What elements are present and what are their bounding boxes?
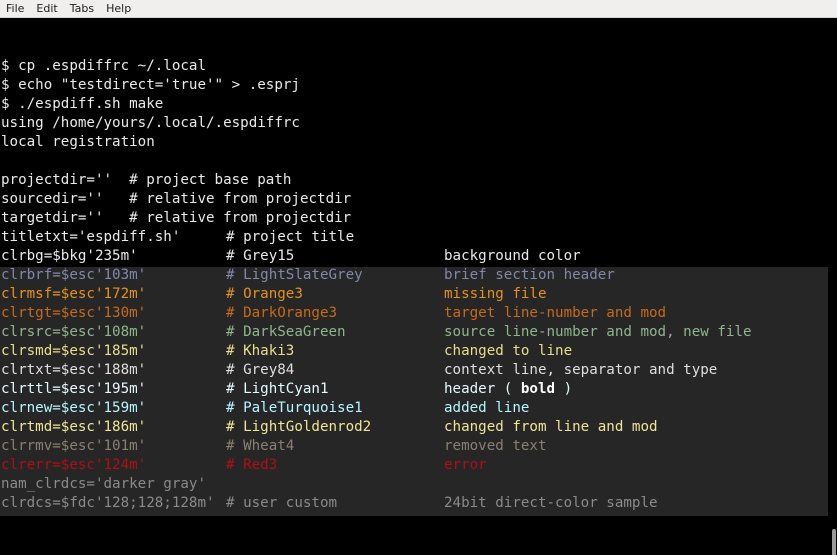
variable-assignment: clrerr=$esc'124m' — [1, 457, 147, 473]
color-description: missing file — [444, 286, 547, 302]
color-table-row: clrsmd=$esc'185m' # Khaki3 changed to line — [1, 342, 827, 361]
bold-sample: bold — [520, 381, 556, 397]
terminal-output[interactable]: $ cp .espdiffrc ~/.local $ echo "testdire… — [0, 19, 830, 555]
terminal-window: File Edit Tabs Help $ cp .espdiffrc ~/.l… — [0, 0, 837, 555]
color-table-row: clrtgt=$esc'130m' # DarkOrange3 target lin… — [1, 304, 827, 323]
menu-help[interactable]: Help — [100, 0, 137, 18]
terminal-line: local registration — [1, 134, 155, 150]
color-description: target line-number and mod — [444, 305, 667, 321]
variable-assignment: clrmsf=$esc'172m' — [1, 286, 147, 302]
variable-assignment: clrdcs=$fdc'128;128;128m' — [1, 495, 215, 511]
color-table-row: nam_clrdcs='darker gray' — [1, 475, 827, 494]
terminal-line: using /home/yours/.local/.espdiffrc — [1, 115, 300, 131]
color-name-comment: # Khaki3 — [226, 343, 295, 359]
description-text: header ( — [444, 381, 521, 397]
scrollbar[interactable] — [830, 19, 837, 555]
color-name-comment: # user custom — [226, 495, 338, 511]
color-description: changed to line — [444, 343, 573, 359]
color-description: brief section header — [444, 267, 615, 283]
color-name-comment: # LightGoldenrod2 — [226, 419, 372, 435]
variable-assignment: clrtmd=$esc'186m' — [1, 419, 147, 435]
color-description: source line-number and mod, new file — [444, 324, 752, 340]
menu-file[interactable]: File — [0, 0, 30, 18]
color-name-comment: # Grey15 — [226, 248, 295, 264]
color-name-comment: # project title — [226, 229, 355, 245]
variable-assignment: titletxt='espdiff.sh' — [1, 229, 181, 245]
color-table-row: clrrmv=$esc'101m' # Wheat4 removed text — [1, 437, 827, 456]
variable-assignment: nam_clrdcs='darker gray' — [1, 476, 206, 492]
color-table-row: clrsrc=$esc'108m' # DarkSeaGreen source li… — [1, 323, 827, 342]
variable-assignment: clrsrc=$esc'108m' — [1, 324, 147, 340]
variable-assignment: clrsmd=$esc'185m' — [1, 343, 147, 359]
menu-tabs[interactable]: Tabs — [64, 0, 100, 18]
color-table-row: titletxt='espdiff.sh' # project title — [1, 228, 827, 247]
color-name-comment: # DarkOrange3 — [226, 305, 338, 321]
color-name-comment: # LightSlateGrey — [226, 267, 363, 283]
color-table-row: clrnew=$esc'159m' # PaleTurquoise1 added l… — [1, 399, 827, 418]
variable-assignment: clrtxt=$esc'188m' — [1, 362, 147, 378]
menu-bar: File Edit Tabs Help — [0, 0, 837, 18]
color-description: removed text — [444, 438, 547, 454]
color-name-comment: # DarkSeaGreen — [226, 324, 346, 340]
terminal-line: targetdir='' # relative from projectdir — [1, 210, 352, 226]
terminal-line: $ ./espdiff.sh make — [1, 96, 164, 112]
color-table-row: clrmsf=$esc'172m' # Orange3 missing file — [1, 285, 827, 304]
variable-assignment: clrrmv=$esc'101m' — [1, 438, 147, 454]
terminal-line: $ echo "testdirect='true'" > .esprj — [1, 77, 300, 93]
variable-assignment: clrnew=$esc'159m' — [1, 400, 147, 416]
color-name-comment: # Grey84 — [226, 362, 295, 378]
color-table-row: clrbrf=$esc'103m' # LightSlateGrey brief s… — [1, 266, 827, 285]
color-name-comment: # PaleTurquoise1 — [226, 400, 363, 416]
color-table-row: clrtxt=$esc'188m' # Grey84 context line, s… — [1, 361, 827, 380]
color-table-row: clrtmd=$esc'186m' # LightGoldenrod2 change… — [1, 418, 827, 437]
variable-assignment: clrtgt=$esc'130m' — [1, 305, 147, 321]
color-name-comment: # Red3 — [226, 457, 278, 473]
color-description: header ( bold ) — [444, 380, 572, 399]
color-description: error — [444, 457, 487, 473]
color-name-comment: # LightCyan1 — [226, 381, 329, 397]
terminal-line: projectdir='' # project base path — [1, 172, 292, 188]
variable-assignment: clrbrf=$esc'103m' — [1, 267, 147, 283]
color-table-row: clrttl=$esc'195m' # LightCyan1 header ( bo… — [1, 380, 827, 399]
variable-assignment: clrbg=$bkg'235m' — [1, 248, 138, 264]
color-name-comment: # Orange3 — [226, 286, 303, 302]
color-description: changed from line and mod — [444, 419, 658, 435]
color-description: added line — [444, 400, 530, 416]
color-name-comment: # Wheat4 — [226, 438, 295, 454]
menu-edit[interactable]: Edit — [30, 0, 63, 18]
description-tail: ) — [555, 381, 573, 397]
color-table-row: clrerr=$esc'124m' # Red3 error — [1, 456, 827, 475]
color-table-row: clrbg=$bkg'235m' # Grey15 background color — [1, 247, 827, 266]
color-description: context line, separator and type — [444, 362, 718, 378]
color-description: 24bit direct-color sample — [444, 495, 658, 511]
scrollbar-thumb[interactable] — [832, 529, 836, 555]
terminal-line: $ cp .espdiffrc ~/.local — [1, 58, 206, 74]
color-table-row: clrdcs=$fdc'128;128;128m' # user custom 24… — [1, 494, 827, 513]
variable-assignment: clrttl=$esc'195m' — [1, 381, 147, 397]
terminal-line: sourcedir='' # relative from projectdir — [1, 191, 352, 207]
color-description: background color — [444, 248, 581, 264]
